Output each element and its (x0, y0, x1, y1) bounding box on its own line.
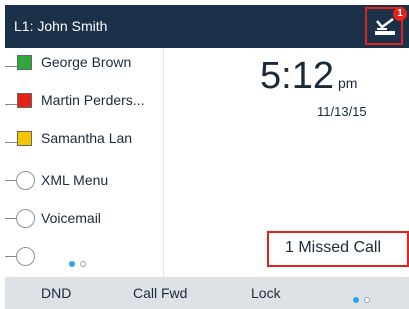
missed-call-badge: 1 (393, 7, 407, 21)
line-key-label: Samantha Lan (41, 130, 133, 146)
softkey-bar: DND Call Fwd Lock (5, 277, 409, 309)
missed-call-text: 1 Missed Call (285, 239, 382, 256)
idle-screen-main: 5:12 pm 11/13/15 1 Missed Call (164, 48, 409, 277)
page-dot-active (353, 297, 359, 303)
line-key-empty[interactable] (5, 238, 163, 276)
circle-icon (16, 209, 35, 228)
circle-icon (16, 171, 35, 190)
line-key-label: George Brown (41, 54, 132, 70)
status-square-icon (17, 55, 32, 70)
status-square-icon (17, 93, 32, 108)
line-keys-pane: George Brown Martin Perders... Samantha … (5, 48, 164, 277)
clock-ampm: pm (337, 75, 358, 91)
line-key-label: XML Menu (41, 172, 109, 188)
clock-date: 11/13/15 (317, 104, 367, 119)
line-key-martin-perders[interactable]: Martin Perders... (5, 86, 163, 124)
page-dot-inactive (364, 297, 370, 303)
softkey-page-indicator[interactable] (353, 290, 375, 308)
line-key-xml-menu[interactable]: XML Menu (5, 162, 163, 200)
line-label: L1: John Smith (14, 18, 108, 34)
missed-call-notification[interactable]: 1 Missed Call (267, 231, 409, 267)
circle-icon (16, 247, 35, 266)
page-dot-active (69, 261, 75, 267)
softkey-dnd[interactable]: DND (41, 285, 71, 301)
line-key-george-brown[interactable]: George Brown (5, 48, 163, 86)
status-square-icon (17, 131, 32, 146)
clock: 5:12 pm (260, 55, 357, 98)
softkey-call-fwd[interactable]: Call Fwd (133, 285, 187, 301)
line-key-label: Voicemail (41, 210, 101, 226)
line-key-label: Martin Perders... (41, 92, 145, 108)
page-dot-inactive (80, 261, 86, 267)
missed-call-icon (375, 17, 395, 35)
missed-call-indicator[interactable]: 1 (365, 7, 407, 45)
clock-time: 5:12 (260, 55, 334, 97)
softkey-lock[interactable]: Lock (251, 285, 281, 301)
phone-screen: L1: John Smith 1 George Brown Martin Per… (5, 5, 409, 309)
line-keys-page-indicator[interactable] (69, 254, 91, 272)
line-key-voicemail[interactable]: Voicemail (5, 200, 163, 238)
line-key-samantha-lan[interactable]: Samantha Lan (5, 124, 163, 162)
header-bar: L1: John Smith 1 (5, 5, 409, 48)
